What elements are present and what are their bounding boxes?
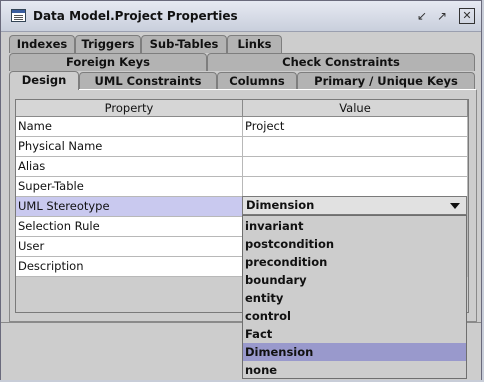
- close-icon[interactable]: ✕: [459, 8, 475, 24]
- table-row[interactable]: Super-Table: [16, 177, 468, 197]
- option-boundary[interactable]: boundary: [243, 271, 466, 289]
- properties-window: Data Model.Project Properties ↙ ↗ ✕ Inde…: [0, 0, 482, 380]
- property-cell: Name: [16, 117, 243, 137]
- value-cell[interactable]: [243, 177, 468, 197]
- tab-uml-constraints[interactable]: UML Constraints: [79, 72, 217, 90]
- column-header-value[interactable]: Value: [243, 100, 468, 117]
- tab-columns[interactable]: Columns: [217, 72, 297, 90]
- property-cell: Selection Rule: [16, 217, 243, 237]
- value-cell[interactable]: [243, 137, 468, 157]
- tab-links[interactable]: Links: [227, 35, 282, 53]
- stereotype-dropdown-list[interactable]: invariant postcondition precondition bou…: [242, 215, 467, 379]
- option-dimension[interactable]: Dimension: [243, 343, 466, 361]
- tab-triggers[interactable]: Triggers: [75, 35, 141, 53]
- tab-check-constraints[interactable]: Check Constraints: [207, 53, 475, 71]
- combobox-selected-value: Dimension: [246, 198, 315, 212]
- property-cell: Alias: [16, 157, 243, 177]
- option-invariant[interactable]: invariant: [243, 217, 466, 235]
- tab-sub-tables[interactable]: Sub-Tables: [141, 35, 227, 53]
- value-cell[interactable]: Project: [243, 117, 468, 137]
- table-row[interactable]: Name Project: [16, 117, 468, 137]
- tab-primary-unique-keys[interactable]: Primary / Unique Keys: [297, 72, 475, 90]
- tab-foreign-keys[interactable]: Foreign Keys: [9, 53, 207, 71]
- property-cell: UML Stereotype: [16, 197, 243, 217]
- dropdown-arrow-icon[interactable]: [450, 203, 460, 209]
- option-fact[interactable]: Fact: [243, 325, 466, 343]
- tab-indexes[interactable]: Indexes: [9, 35, 75, 53]
- option-none[interactable]: none: [243, 361, 466, 379]
- value-cell[interactable]: [243, 157, 468, 177]
- property-cell: Super-Table: [16, 177, 243, 197]
- option-precondition[interactable]: precondition: [243, 253, 466, 271]
- window-title: Data Model.Project Properties: [33, 9, 238, 23]
- table-icon: [11, 9, 26, 22]
- title-bar[interactable]: Data Model.Project Properties ↙ ↗ ✕: [1, 1, 481, 32]
- minimize-icon[interactable]: ↙: [414, 8, 430, 24]
- property-cell: User: [16, 237, 243, 257]
- tab-design[interactable]: Design: [9, 71, 79, 90]
- option-postcondition[interactable]: postcondition: [243, 235, 466, 253]
- uml-stereotype-combobox[interactable]: Dimension: [242, 196, 467, 215]
- option-entity[interactable]: entity: [243, 289, 466, 307]
- option-control[interactable]: control: [243, 307, 466, 325]
- table-row[interactable]: Physical Name: [16, 137, 468, 157]
- maximize-icon[interactable]: ↗: [434, 8, 450, 24]
- property-cell: Description: [16, 257, 243, 277]
- property-cell: Physical Name: [16, 137, 243, 157]
- column-header-property[interactable]: Property: [16, 100, 243, 117]
- table-row[interactable]: Alias: [16, 157, 468, 177]
